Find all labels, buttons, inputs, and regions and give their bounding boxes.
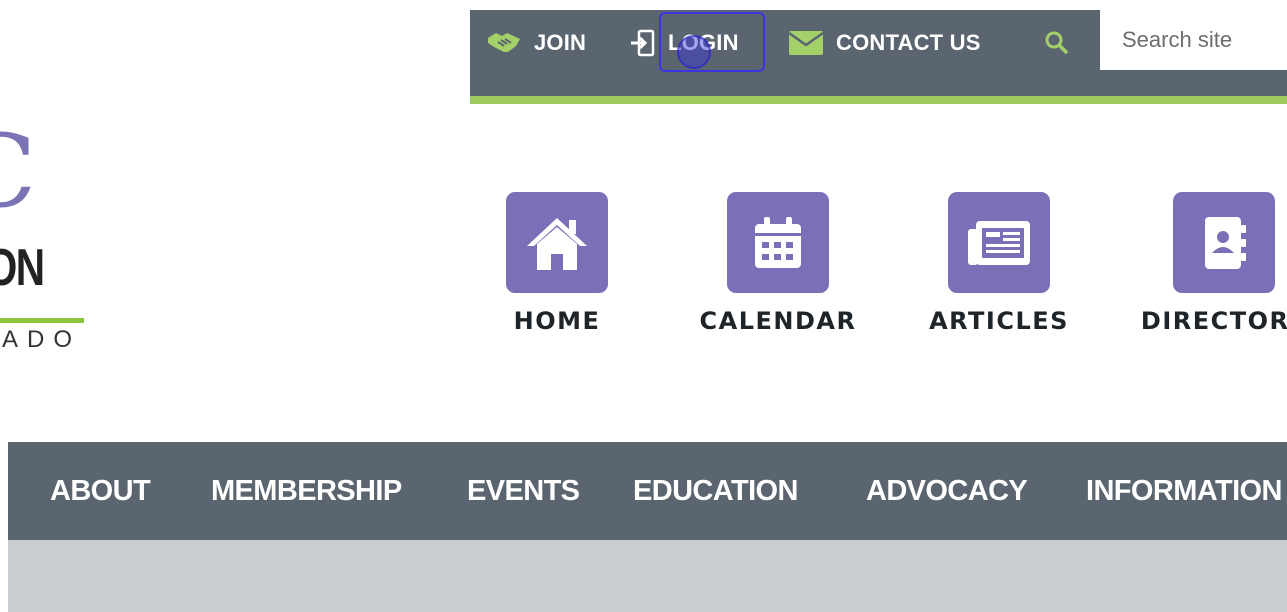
logo-underline — [0, 318, 84, 323]
icon-nav-label: DIRECTORY — [1140, 307, 1287, 335]
newspaper-icon — [948, 192, 1050, 293]
house-icon — [506, 192, 608, 293]
nav-about[interactable]: ABOUT — [50, 442, 151, 540]
logo-word: ION — [0, 239, 45, 297]
nav-information[interactable]: INFORMATION — [1086, 442, 1282, 540]
login-link[interactable]: LOGIN — [630, 10, 739, 76]
icon-nav-label: ARTICLES — [929, 307, 1069, 335]
logo-subtitle: ADO — [2, 326, 82, 353]
icon-nav-label: CALENDAR — [699, 307, 857, 335]
search-icon[interactable] — [1044, 30, 1068, 59]
handshake-icon — [486, 30, 522, 56]
icon-nav-home[interactable]: HOME — [467, 192, 647, 335]
nav-membership[interactable]: MEMBERSHIP — [211, 442, 402, 540]
icon-nav-articles[interactable]: ARTICLES — [909, 192, 1089, 335]
login-label: LOGIN — [668, 30, 739, 55]
calendar-icon — [727, 192, 829, 293]
search-input[interactable] — [1100, 10, 1287, 70]
site-logo[interactable]: C ION ADO — [0, 130, 100, 360]
hero-banner — [8, 540, 1287, 612]
join-label: JOIN — [534, 30, 587, 55]
nav-events[interactable]: EVENTS — [467, 442, 580, 540]
address-book-icon — [1173, 192, 1275, 293]
contact-us-link[interactable]: CONTACT US — [788, 10, 981, 76]
icon-nav-label: HOME — [513, 307, 601, 335]
icon-nav-directory[interactable]: DIRECTORY — [1134, 192, 1287, 335]
icon-nav-calendar[interactable]: CALENDAR — [688, 192, 868, 335]
sign-in-icon — [630, 29, 656, 57]
envelope-icon — [788, 30, 824, 56]
logo-letter: C — [0, 130, 37, 222]
nav-advocacy[interactable]: ADVOCACY — [866, 442, 1028, 540]
utility-bar-accent — [470, 96, 1287, 104]
nav-education[interactable]: EDUCATION — [633, 442, 798, 540]
join-link[interactable]: JOIN — [486, 10, 586, 76]
contact-us-label: CONTACT US — [836, 30, 981, 55]
utility-bar: JOIN LOGIN CONTACT US — [470, 10, 1287, 96]
main-nav: ABOUT MEMBERSHIP EVENTS EDUCATION ADVOCA… — [8, 442, 1287, 540]
